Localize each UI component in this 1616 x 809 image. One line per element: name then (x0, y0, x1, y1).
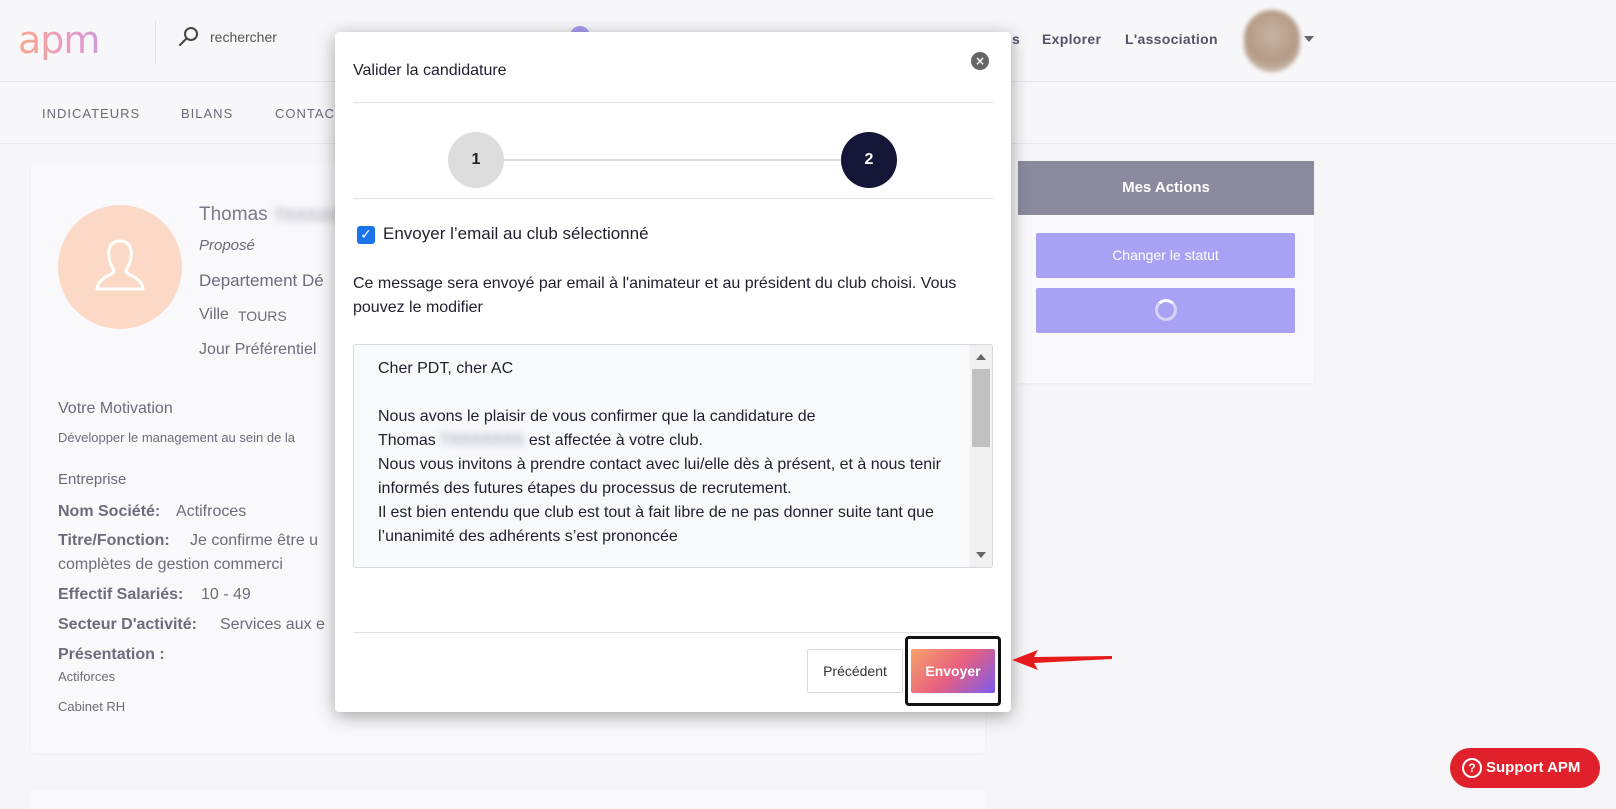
presentation-line-1: Actiforces (58, 669, 116, 684)
message-name: Thomas (378, 432, 436, 449)
info-text: Ce message sera envoyé par email à l'ani… (353, 275, 957, 316)
message-greeting: Cher PDT, cher AC (378, 360, 514, 377)
change-status-button[interactable]: Changer le statut (1036, 233, 1295, 278)
profile-avatar (58, 205, 182, 329)
actions-title: Mes Actions (1018, 161, 1314, 215)
message-line-2: est affectée à votre club. (528, 432, 703, 449)
logo-separator (155, 20, 156, 64)
tab-indicators[interactable]: INDICATEURS (42, 106, 140, 121)
profile-first-name: Thomas (199, 204, 268, 225)
support-label: Support APM (1486, 759, 1581, 776)
profile-card-secondary (31, 790, 985, 809)
send-button[interactable]: Envoyer (911, 649, 995, 693)
message-line-1: Nous avons le plaisir de vous confirmer … (378, 408, 816, 425)
previous-button[interactable]: Précédent (807, 649, 903, 693)
profile-status: Proposé (199, 237, 255, 254)
profile-city-label: Ville (199, 306, 229, 323)
message-textarea[interactable]: Cher PDT, cher AC Nous avons le plaisir … (353, 344, 993, 568)
company-title: Entreprise (58, 471, 127, 488)
actions-panel: Mes Actions Changer le statut (1018, 161, 1314, 383)
step-2[interactable]: 2 (841, 132, 897, 188)
company-name-label: Nom Société: (58, 503, 161, 520)
stepper-line (495, 159, 875, 161)
loading-action-button[interactable] (1036, 288, 1295, 333)
presentation-line-2: Cabinet RH (58, 699, 126, 714)
message-line-3: Nous vous invitons à prendre contact ave… (378, 456, 946, 497)
sector-label: Secteur D'activité: (58, 616, 197, 633)
red-arrow-annotation (1012, 650, 1112, 670)
sector-value: Services aux e (220, 616, 325, 633)
user-avatar[interactable] (1244, 10, 1300, 72)
employees-label: Effectif Salariés: (58, 586, 184, 603)
scroll-down-icon[interactable] (976, 552, 986, 558)
tab-reports[interactable]: BILANS (181, 106, 233, 121)
step-1[interactable]: 1 (448, 132, 504, 188)
motivation-title: Votre Motivation (58, 400, 173, 417)
help-icon: ? (1462, 758, 1482, 778)
message-line-4: Il est bien entendu que club est tout à … (378, 504, 939, 545)
motivation-text: Développer le management au sein de la (58, 430, 296, 445)
presentation-label: Présentation : (58, 646, 165, 663)
stepper-divider (353, 198, 993, 199)
nav-association[interactable]: L'association (1125, 31, 1218, 47)
spinner-icon (1155, 299, 1177, 321)
modal-divider-top (353, 102, 993, 103)
tab-contacts[interactable]: CONTAC (275, 106, 335, 121)
apm-logo[interactable]: apm (18, 20, 128, 60)
job-title-label: Titre/Fonction: (58, 532, 170, 549)
scroll-thumb[interactable] (972, 369, 990, 447)
profile-preferred-day: Jour Préférentiel (199, 341, 317, 358)
close-icon[interactable]: × (971, 52, 989, 70)
profile-last-name: TXXXXX (274, 206, 342, 225)
profile-department: Departement Dé (199, 271, 324, 290)
support-apm-button[interactable]: ? Support APM (1450, 748, 1600, 788)
chevron-down-icon[interactable] (1304, 36, 1314, 42)
search-icon[interactable] (178, 26, 200, 48)
message-content[interactable]: Cher PDT, cher AC Nous avons le plaisir … (378, 357, 958, 549)
scroll-up-icon[interactable] (976, 354, 986, 360)
profile-city-value: TOURS (238, 308, 287, 324)
employees-value: 10 - 49 (201, 586, 251, 603)
modal-title: Valider la candidature (353, 62, 507, 79)
send-email-label[interactable]: Envoyer l’email au club sélectionné (383, 224, 649, 244)
company-name-value: Actifroces (176, 503, 247, 520)
job-title-value-1: Je confirme être u (190, 532, 319, 549)
nav-explorer[interactable]: Explorer (1042, 31, 1101, 47)
nav-item-partial[interactable]: s (1012, 31, 1020, 47)
validate-application-modal: Valider la candidature × 1 2 ✓ Envoyer l… (335, 32, 1011, 712)
message-scrollbar[interactable] (970, 345, 992, 567)
send-email-checkbox[interactable]: ✓ (357, 226, 375, 244)
job-title-value-2: complètes de gestion commerci (58, 556, 283, 573)
message-name-blurred: TXXXXXXX (439, 432, 525, 449)
modal-divider-bottom (353, 632, 993, 633)
user-icon (95, 239, 145, 291)
